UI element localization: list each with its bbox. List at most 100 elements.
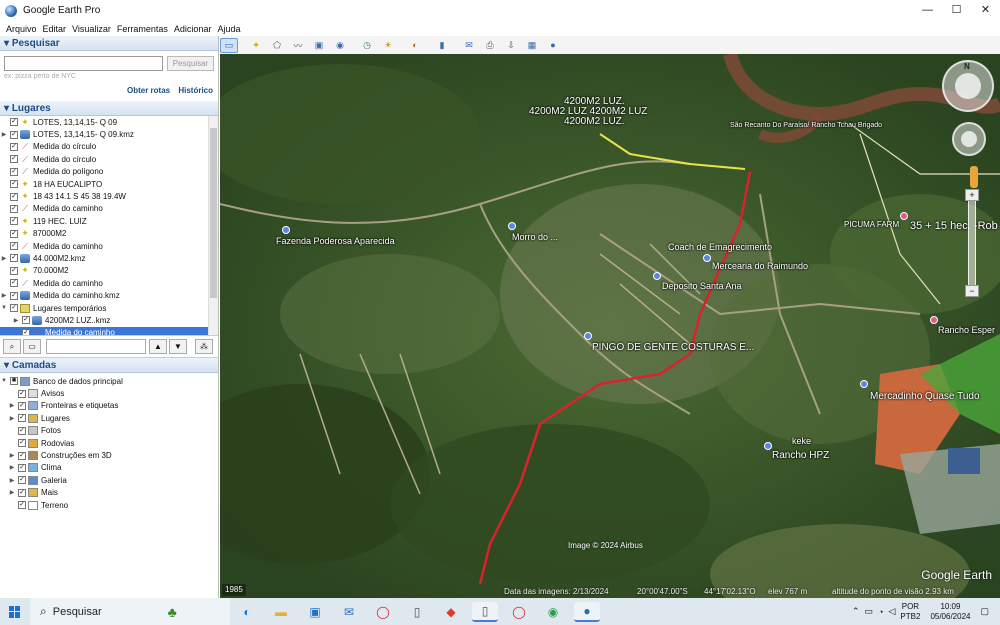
- layer-item[interactable]: ▶ ✓ Galeria: [0, 474, 218, 486]
- places-item[interactable]: ✓ ⟋ Medida do caminho: [0, 203, 218, 215]
- network-icon[interactable]: ◔: [878, 607, 883, 617]
- search-panel-header[interactable]: ▾ Pesquisar: [0, 36, 218, 51]
- minimize-button[interactable]: —: [913, 0, 942, 21]
- places-item[interactable]: ▶ ✓ LOTES, 13,14,15- Q 09.kmz: [0, 128, 218, 140]
- taskbar-explorer-icon[interactable]: ▬: [268, 602, 294, 622]
- visibility-checkbox[interactable]: ✓: [10, 192, 18, 201]
- places-item[interactable]: ✓ ✦ 87000M2: [0, 228, 218, 240]
- visibility-checkbox[interactable]: ✓: [10, 254, 18, 263]
- expand-arrow-icon[interactable]: ▶: [8, 415, 16, 422]
- layer-item[interactable]: ✓ Terreno: [0, 499, 218, 511]
- taskbar-chrome-icon[interactable]: ◉: [540, 602, 566, 622]
- expand-arrow-icon[interactable]: ▶: [8, 477, 16, 484]
- layer-checkbox[interactable]: ✓: [18, 501, 26, 510]
- poi-rancho-esper-icon[interactable]: [930, 316, 938, 324]
- expand-arrow-icon[interactable]: ▶: [8, 402, 16, 409]
- places-scrollbar[interactable]: [208, 116, 218, 335]
- places-item[interactable]: ✓ ⟋ Medida do caminho: [0, 240, 218, 252]
- layer-item[interactable]: ▶ ✓ Mais: [0, 487, 218, 499]
- move-down-button[interactable]: ▼: [169, 339, 187, 354]
- email-button[interactable]: ✉: [460, 38, 478, 53]
- taskbar-store-icon[interactable]: ▣: [302, 602, 328, 622]
- visibility-checkbox[interactable]: ✓: [10, 217, 18, 226]
- add-overlay-button[interactable]: ▣: [310, 38, 328, 53]
- north-icon[interactable]: N: [964, 62, 970, 71]
- menu-editar[interactable]: Editar: [43, 24, 67, 34]
- taskbar-mail-icon[interactable]: ✉: [336, 602, 362, 622]
- layer-checkbox[interactable]: ✓: [18, 439, 26, 448]
- layer-item[interactable]: ▶ ✓ Fronteiras e etiquetas: [0, 400, 218, 412]
- places-item[interactable]: ✓ ✦ 70.000M2: [0, 265, 218, 277]
- expand-arrow-icon[interactable]: ▶: [0, 131, 8, 138]
- layer-checkbox[interactable]: ✓: [18, 414, 26, 423]
- visibility-checkbox[interactable]: ✓: [10, 130, 18, 139]
- places-item[interactable]: ▶ ✓ Medida do caminho.kmz: [0, 289, 218, 301]
- visibility-checkbox[interactable]: ✓: [10, 180, 18, 189]
- places-search-button[interactable]: ⌕: [3, 339, 21, 354]
- search-button[interactable]: Pesquisar: [167, 56, 214, 71]
- expand-arrow-icon[interactable]: ▼: [0, 378, 8, 384]
- notifications-icon[interactable]: ▢: [980, 606, 989, 617]
- taskbar-google-earth-icon[interactable]: ●: [574, 601, 600, 622]
- taskbar-search[interactable]: ⌕ Pesquisar ♣: [30, 598, 230, 625]
- poi-deposito-icon[interactable]: [653, 272, 661, 280]
- poi-fazenda-icon[interactable]: [282, 226, 290, 234]
- visibility-checkbox[interactable]: ✓: [22, 316, 30, 325]
- expand-arrow-icon[interactable]: ▶: [8, 489, 16, 496]
- view-in-maps-button[interactable]: ▦: [523, 38, 541, 53]
- layer-checkbox[interactable]: ✓: [18, 451, 26, 460]
- search-input[interactable]: [4, 56, 163, 71]
- layer-item[interactable]: ▼ ■ Banco de dados principal: [0, 375, 218, 387]
- places-item[interactable]: ▶ ✓ 44.000M2.kmz: [0, 252, 218, 264]
- poi-mercearia-icon[interactable]: [703, 254, 711, 262]
- zoom-in-button[interactable]: +: [965, 189, 979, 201]
- expand-arrow-icon[interactable]: ▶: [8, 464, 16, 471]
- layers-panel-header[interactable]: ▾ Camadas: [0, 358, 218, 373]
- taskbar-document-icon[interactable]: ▯: [472, 601, 498, 622]
- historical-year-badge[interactable]: 1985: [222, 584, 246, 596]
- get-directions-link[interactable]: Obter rotas: [127, 86, 170, 95]
- places-item[interactable]: ✓ ✦ 18 HA EUCALIPTO: [0, 178, 218, 190]
- street-view-pegman-icon[interactable]: [970, 166, 978, 188]
- menu-ferramentas[interactable]: Ferramentas: [117, 24, 168, 34]
- places-item[interactable]: ✓ ⟋ Medida do círculo: [0, 141, 218, 153]
- language-indicator[interactable]: POR PTB2: [900, 602, 920, 622]
- places-item[interactable]: ✓ ⟋ Medida do caminho: [0, 277, 218, 289]
- layer-item[interactable]: ✓ Avisos: [0, 387, 218, 399]
- visibility-checkbox[interactable]: ✓: [10, 155, 18, 164]
- places-item[interactable]: ▼ ✓ Lugares temporários: [0, 302, 218, 314]
- layer-item[interactable]: ✓ Fotos: [0, 425, 218, 437]
- record-tour-button[interactable]: ◉: [331, 38, 349, 53]
- layer-item[interactable]: ▶ ✓ Construções em 3D: [0, 449, 218, 461]
- places-item[interactable]: ✓ ✦ 18 43 14.1 S 45 38 19.4W: [0, 190, 218, 202]
- visibility-checkbox[interactable]: ✓: [10, 118, 18, 127]
- taskbar-opera-gx-icon[interactable]: ◯: [506, 602, 532, 622]
- expand-arrow-icon[interactable]: ▶: [8, 452, 16, 459]
- layer-checkbox[interactable]: ✓: [18, 426, 26, 435]
- start-button[interactable]: [0, 598, 30, 625]
- layer-checkbox[interactable]: ✓: [18, 389, 26, 398]
- device-icon[interactable]: ▭: [865, 606, 874, 617]
- chevron-up-icon[interactable]: ⌃: [852, 606, 860, 617]
- places-item[interactable]: ✓ ✦ LOTES, 13,14,15- Q 09: [0, 116, 218, 128]
- map-view[interactable]: 4200M2 LUZ. 4200M2 LUZ 4200M2 LUZ 4200M2…: [220, 54, 1000, 598]
- maximize-button[interactable]: ☐: [942, 0, 971, 21]
- poi-rancho-hpz-icon[interactable]: [764, 442, 772, 450]
- layer-checkbox[interactable]: ■: [10, 377, 18, 386]
- planets-button[interactable]: ◐: [406, 38, 424, 53]
- move-joystick[interactable]: [952, 122, 986, 156]
- taskbar-file-icon[interactable]: ▯: [404, 602, 430, 622]
- visibility-checkbox[interactable]: ✓: [10, 167, 18, 176]
- sidebar-toggle-button[interactable]: ▭: [220, 37, 238, 53]
- layer-item[interactable]: ▶ ✓ Clima: [0, 462, 218, 474]
- places-item[interactable]: ✓ ✦ 119 HEC. LUIZ: [0, 215, 218, 227]
- visibility-checkbox[interactable]: ✓: [10, 304, 18, 313]
- places-filter-input[interactable]: [46, 339, 146, 354]
- volume-icon[interactable]: ◁: [889, 606, 896, 617]
- add-path-button[interactable]: 〰: [289, 38, 307, 53]
- visibility-checkbox[interactable]: ✓: [10, 142, 18, 151]
- visibility-checkbox[interactable]: ✓: [10, 279, 18, 288]
- print-button[interactable]: ⎙: [481, 38, 499, 53]
- sunlight-button[interactable]: ☀: [379, 38, 397, 53]
- expand-arrow-icon[interactable]: ▶: [0, 255, 8, 262]
